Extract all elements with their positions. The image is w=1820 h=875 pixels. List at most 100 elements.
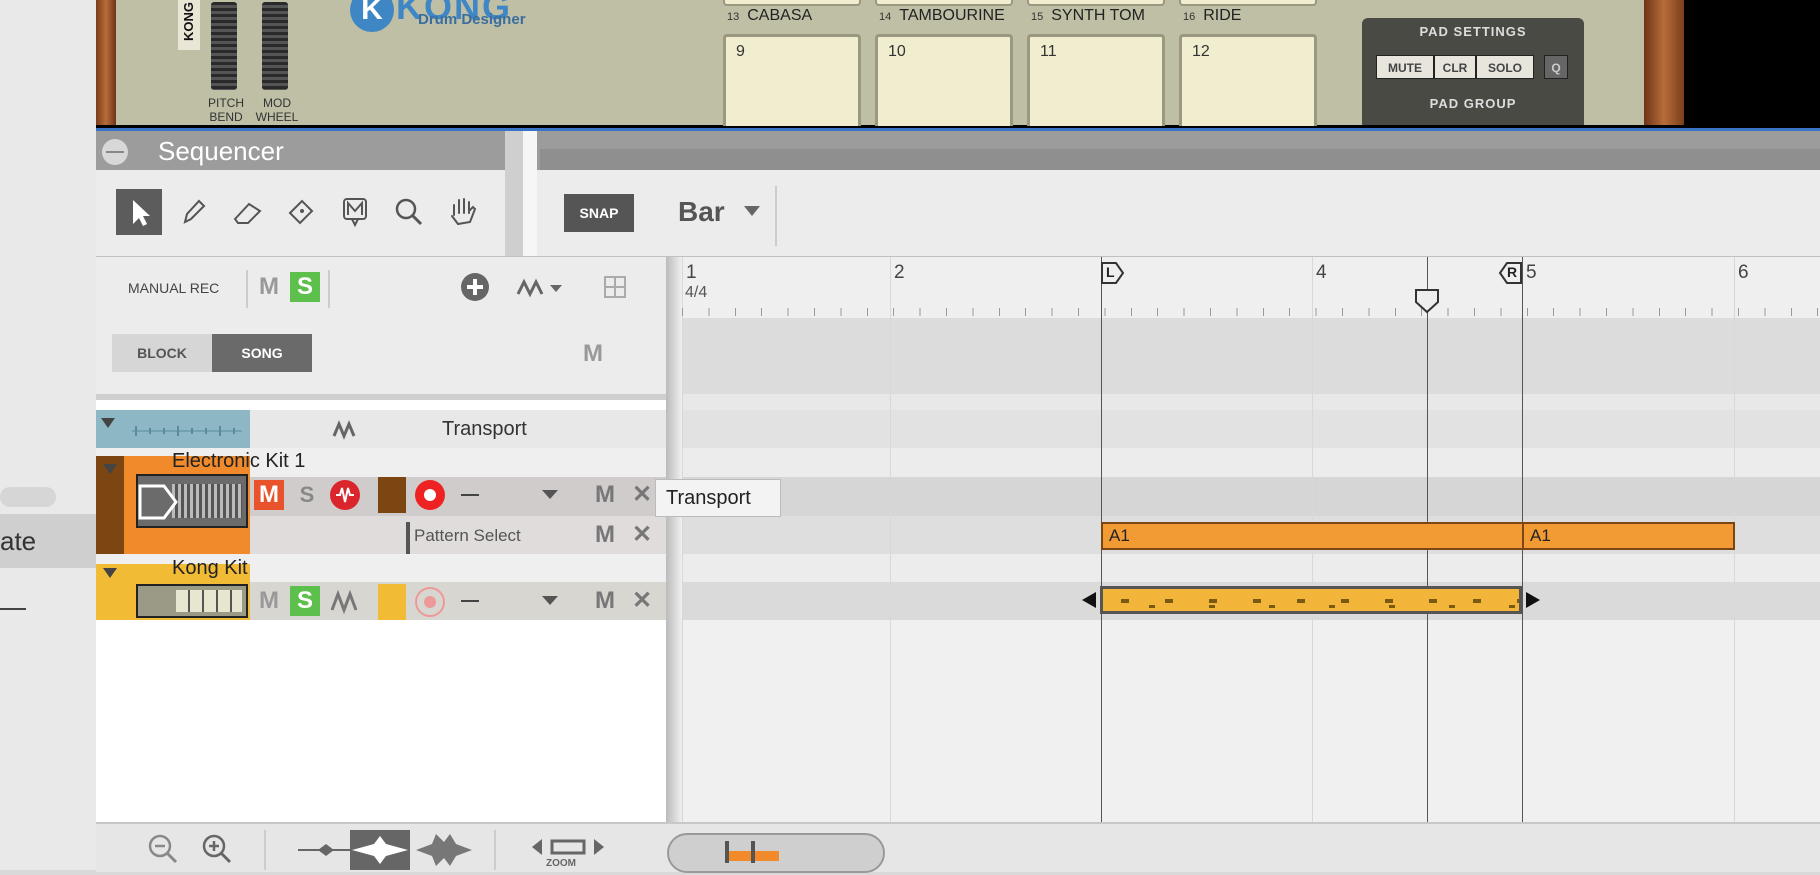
rack-side-left: [96, 0, 116, 125]
pattern-lane-mute-button[interactable]: M: [590, 520, 620, 550]
toolbar-splitter-highlight: [523, 131, 537, 256]
automation-icon[interactable]: [330, 589, 360, 615]
left-panel-selected-item[interactable]: ate: [0, 514, 96, 568]
left-panel: [0, 0, 96, 870]
snap-value-dropdown[interactable]: Bar: [678, 196, 725, 228]
magnifier-icon[interactable]: [386, 189, 432, 235]
hand-icon[interactable]: [440, 189, 486, 235]
left-locator-marker[interactable]: L: [1101, 262, 1125, 284]
pad-solo-button[interactable]: SOLO: [1476, 55, 1534, 79]
block-mute-button[interactable]: M: [578, 339, 608, 369]
ruler-bar-6: 6: [1738, 262, 1749, 283]
global-solo-button[interactable]: S: [290, 272, 320, 302]
bottom-divider: [264, 830, 266, 870]
clip-resize-right-icon[interactable]: [1524, 590, 1542, 610]
header-divider: [246, 270, 248, 308]
lane-color-swatch: [378, 477, 406, 513]
pad-quantize-button[interactable]: Q: [1544, 55, 1568, 79]
chevron-down-icon[interactable]: [542, 490, 558, 499]
track-name-kong-kit[interactable]: Kong Kit: [172, 557, 248, 580]
mod-wheel[interactable]: [262, 2, 288, 90]
waveform-medium-icon[interactable]: [350, 830, 410, 870]
lane-delete-icon[interactable]: ✕: [632, 586, 652, 615]
pad-name-14: 14 TAMBOURINE: [879, 7, 1005, 24]
razor-icon[interactable]: [278, 189, 324, 235]
pad-16[interactable]: [1179, 0, 1317, 6]
pad-11[interactable]: 11: [1027, 34, 1165, 126]
lane-color-swatch: [378, 584, 406, 620]
eraser-icon[interactable]: [224, 189, 270, 235]
toolbar-splitter[interactable]: [505, 131, 523, 256]
device-subtitle: Drum Designer: [418, 11, 526, 28]
pencil-icon[interactable]: [170, 189, 216, 235]
lane-record-icon[interactable]: [415, 480, 445, 510]
lane-gap-band: [682, 394, 1820, 410]
song-lane-band: [682, 318, 1820, 394]
bar-line-1: [682, 257, 683, 822]
waveform-large-icon[interactable]: [414, 830, 474, 870]
collapse-icon[interactable]: [102, 139, 128, 165]
track-mute-button[interactable]: M: [254, 480, 284, 510]
waveform-small-icon[interactable]: [298, 842, 354, 858]
block-mode-button[interactable]: BLOCK: [112, 334, 212, 372]
zoom-in-icon[interactable]: [200, 832, 234, 873]
pad-group-title: PAD GROUP: [1429, 96, 1517, 111]
lane-mute-button[interactable]: M: [590, 586, 620, 616]
record-enable-icon[interactable]: [330, 480, 360, 510]
pattern-clip[interactable]: A1 A1: [1101, 522, 1735, 550]
pad-12[interactable]: 12: [1179, 34, 1317, 126]
chevron-down-icon[interactable]: [542, 596, 558, 605]
select-arrow-icon[interactable]: [116, 189, 162, 235]
left-panel-divider: [0, 608, 26, 610]
chevron-down-icon[interactable]: [744, 206, 760, 216]
track-solo-button[interactable]: S: [292, 480, 322, 510]
song-mode-button[interactable]: SONG: [212, 334, 312, 372]
left-panel-scrollbar[interactable]: [0, 487, 56, 507]
track-transport[interactable]: Transport: [96, 410, 666, 448]
pitch-bend-wheel[interactable]: [211, 2, 237, 90]
rack-side-right: [1644, 0, 1684, 125]
song-position-marker[interactable]: [1414, 288, 1440, 314]
pad-settings-panel: PAD SETTINGS MUTE CLR SOLO Q PAD GROUP: [1362, 18, 1584, 125]
pad-9[interactable]: 9: [723, 34, 861, 126]
pattern-lane-delete-icon[interactable]: ✕: [632, 520, 652, 549]
bottom-divider-2: [494, 830, 496, 870]
pad-name-15: 15 SYNTH TOM: [1031, 7, 1145, 24]
electronic-kit-thumbnail[interactable]: [136, 474, 248, 528]
pad-13[interactable]: [723, 0, 861, 6]
lane-mute-button[interactable]: M: [590, 480, 620, 510]
pad-10[interactable]: 10: [875, 34, 1013, 126]
clip-resize-left-icon[interactable]: [1080, 590, 1098, 610]
note-clip[interactable]: [1100, 586, 1522, 614]
pattern-lane-marker: [406, 522, 410, 554]
pad-clear-button[interactable]: CLR: [1434, 55, 1476, 79]
lane-delete-icon[interactable]: ✕: [632, 480, 652, 509]
lane-record-icon[interactable]: [415, 587, 445, 617]
ek-header-band: [682, 448, 1820, 477]
mute-tool-icon[interactable]: [332, 189, 378, 235]
ruler-bar-5: 5: [1526, 262, 1537, 283]
zoom-out-icon[interactable]: [146, 832, 180, 873]
bar-line-2: [890, 257, 891, 822]
kong-header-band: [682, 554, 1820, 582]
pad-14[interactable]: [875, 0, 1013, 6]
track-solo-button[interactable]: S: [290, 586, 320, 616]
track-mute-button[interactable]: M: [254, 586, 284, 616]
time-signature: 4/4: [685, 284, 708, 301]
device-name-strip: KONG: [178, 0, 200, 50]
automation-icon[interactable]: [516, 276, 564, 300]
pad-15[interactable]: [1027, 0, 1165, 6]
right-locator-marker[interactable]: R: [1498, 262, 1522, 284]
grid-icon[interactable]: [604, 276, 626, 298]
ruler-bar-2: 2: [894, 262, 905, 283]
pad-mute-button[interactable]: MUTE: [1376, 55, 1434, 79]
pad-settings-title: PAD SETTINGS: [1419, 24, 1527, 39]
manual-rec-button[interactable]: MANUAL REC: [128, 280, 219, 296]
snap-button[interactable]: SNAP: [564, 194, 634, 232]
track-name-electronic-kit[interactable]: Electronic Kit 1: [172, 450, 305, 473]
kong-kit-thumbnail[interactable]: [136, 584, 248, 618]
global-mute-button[interactable]: M: [254, 272, 284, 302]
horizontal-scrollbar-thumb[interactable]: [667, 833, 885, 873]
zoom-fit-icon[interactable]: ZOOM: [530, 836, 606, 870]
add-track-icon[interactable]: [460, 272, 490, 302]
